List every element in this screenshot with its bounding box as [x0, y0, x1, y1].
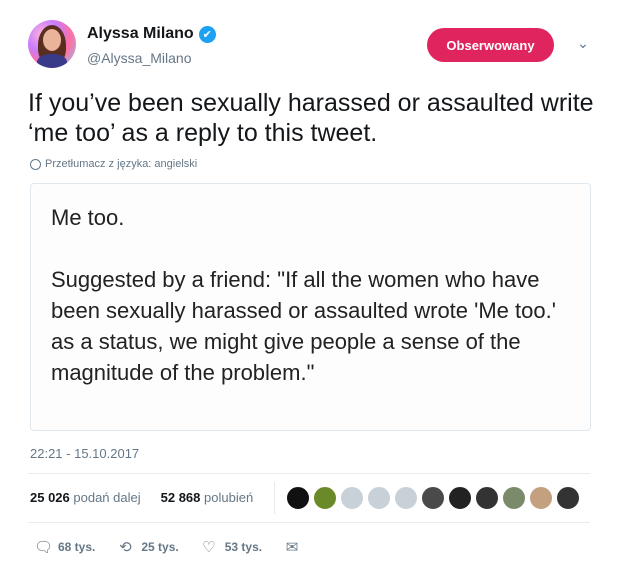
liker-avatar[interactable] [286, 486, 310, 510]
liker-avatars [286, 486, 580, 510]
liker-avatar[interactable] [448, 486, 472, 510]
tweet-actions: 🗨 68 tys. ⟲ 25 tys. ♡ 53 tys. ✉ [34, 538, 322, 556]
chevron-down-icon[interactable]: ⌄ [573, 35, 593, 55]
avatar-face [43, 29, 61, 51]
liker-avatar[interactable] [556, 486, 580, 510]
divider [28, 473, 590, 474]
reply-button[interactable]: 🗨 68 tys. [34, 538, 95, 556]
reply-icon: 🗨 [34, 539, 54, 556]
like-button[interactable]: ♡ 53 tys. [201, 538, 262, 556]
author-avatar[interactable] [28, 20, 76, 68]
liker-avatar[interactable] [475, 486, 499, 510]
like-count: 53 tys. [224, 540, 263, 554]
liker-avatar[interactable] [502, 486, 526, 510]
reply-count: 68 tys. [58, 540, 96, 554]
stats-divider [274, 482, 275, 514]
verified-badge-icon: ✔ [198, 25, 216, 43]
tweet-stats: 25 026 podań dalej 52 868 polubień [30, 490, 253, 505]
heart-icon: ♡ [201, 539, 216, 556]
media-image-text: Me too. Suggested by a friend: "If all t… [51, 205, 556, 385]
liker-avatar[interactable] [529, 486, 553, 510]
liker-avatar[interactable] [340, 486, 364, 510]
author-handle[interactable]: @Alyssa_Milano [87, 50, 191, 66]
divider [28, 522, 590, 523]
tweet-text: If you’ve been sexually harassed or assa… [28, 89, 594, 147]
likes-label: polubień [204, 490, 254, 505]
likes-stat[interactable]: 52 868 polubień [161, 490, 254, 505]
direct-message-button[interactable]: ✉ [284, 538, 300, 556]
retweets-stat[interactable]: 25 026 podań dalej [30, 490, 141, 505]
tweet-media-image[interactable]: Me too. Suggested by a friend: "If all t… [30, 183, 591, 431]
tweet-header: Alyssa Milano ✔ @Alyssa_Milano Obserwowa… [28, 20, 598, 72]
author-name[interactable]: Alyssa Milano [87, 25, 194, 43]
retweet-count: 25 tys. [141, 540, 179, 554]
liker-avatar[interactable] [367, 486, 391, 510]
following-button[interactable]: Obserwowany [427, 28, 554, 62]
author-name-row[interactable]: Alyssa Milano ✔ [87, 25, 216, 43]
tweet-timestamp[interactable]: 22:21 - 15.10.2017 [30, 446, 139, 461]
translate-label[interactable]: Przetłumacz z języka: angielski [45, 158, 197, 170]
retweet-icon: ⟲ [119, 539, 132, 556]
globe-icon [30, 158, 41, 170]
envelope-icon: ✉ [285, 539, 299, 556]
retweets-label: podań dalej [73, 490, 141, 505]
avatar-body [37, 54, 67, 68]
retweet-button[interactable]: ⟲ 25 tys. [117, 538, 179, 556]
liker-avatar[interactable] [313, 486, 337, 510]
likes-count: 52 868 [160, 490, 201, 505]
liker-avatar[interactable] [421, 486, 445, 510]
liker-avatar[interactable] [394, 486, 418, 510]
translate-link[interactable]: Przetłumacz z języka: angielski [30, 158, 197, 170]
retweets-count: 25 026 [30, 490, 70, 505]
